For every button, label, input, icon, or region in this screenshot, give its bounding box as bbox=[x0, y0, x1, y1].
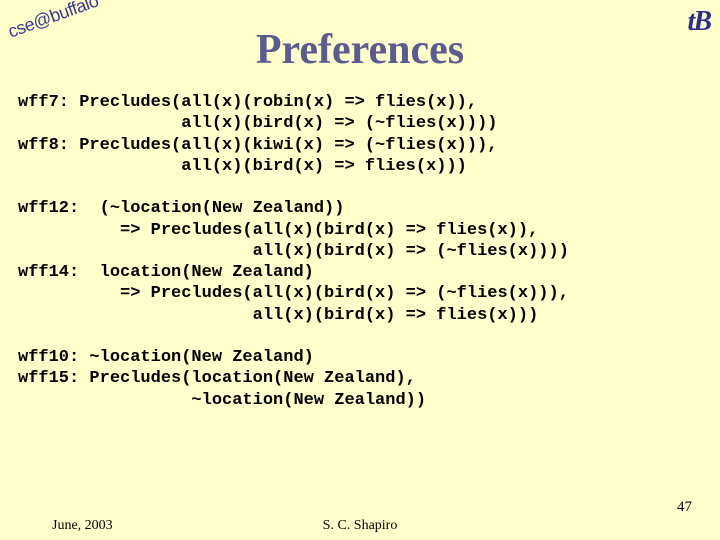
slide: cse@buffalo tB Preferences wff7: Preclud… bbox=[0, 0, 720, 540]
slide-footer: June, 2003 S. C. Shapiro 47 bbox=[0, 510, 720, 534]
footer-author: S. C. Shapiro bbox=[0, 518, 720, 534]
footer-page-number: 47 bbox=[677, 499, 692, 516]
slide-body: wff7: Precludes(all(x)(robin(x) => flies… bbox=[18, 92, 702, 411]
code-block-3: wff10: ~location(New Zealand) wff15: Pre… bbox=[18, 348, 426, 410]
code-block-2: wff12: (~location(New Zealand)) => Precl… bbox=[18, 199, 569, 324]
code-block-1: wff7: Precludes(all(x)(robin(x) => flies… bbox=[18, 93, 497, 176]
slide-title: Preferences bbox=[0, 26, 720, 74]
